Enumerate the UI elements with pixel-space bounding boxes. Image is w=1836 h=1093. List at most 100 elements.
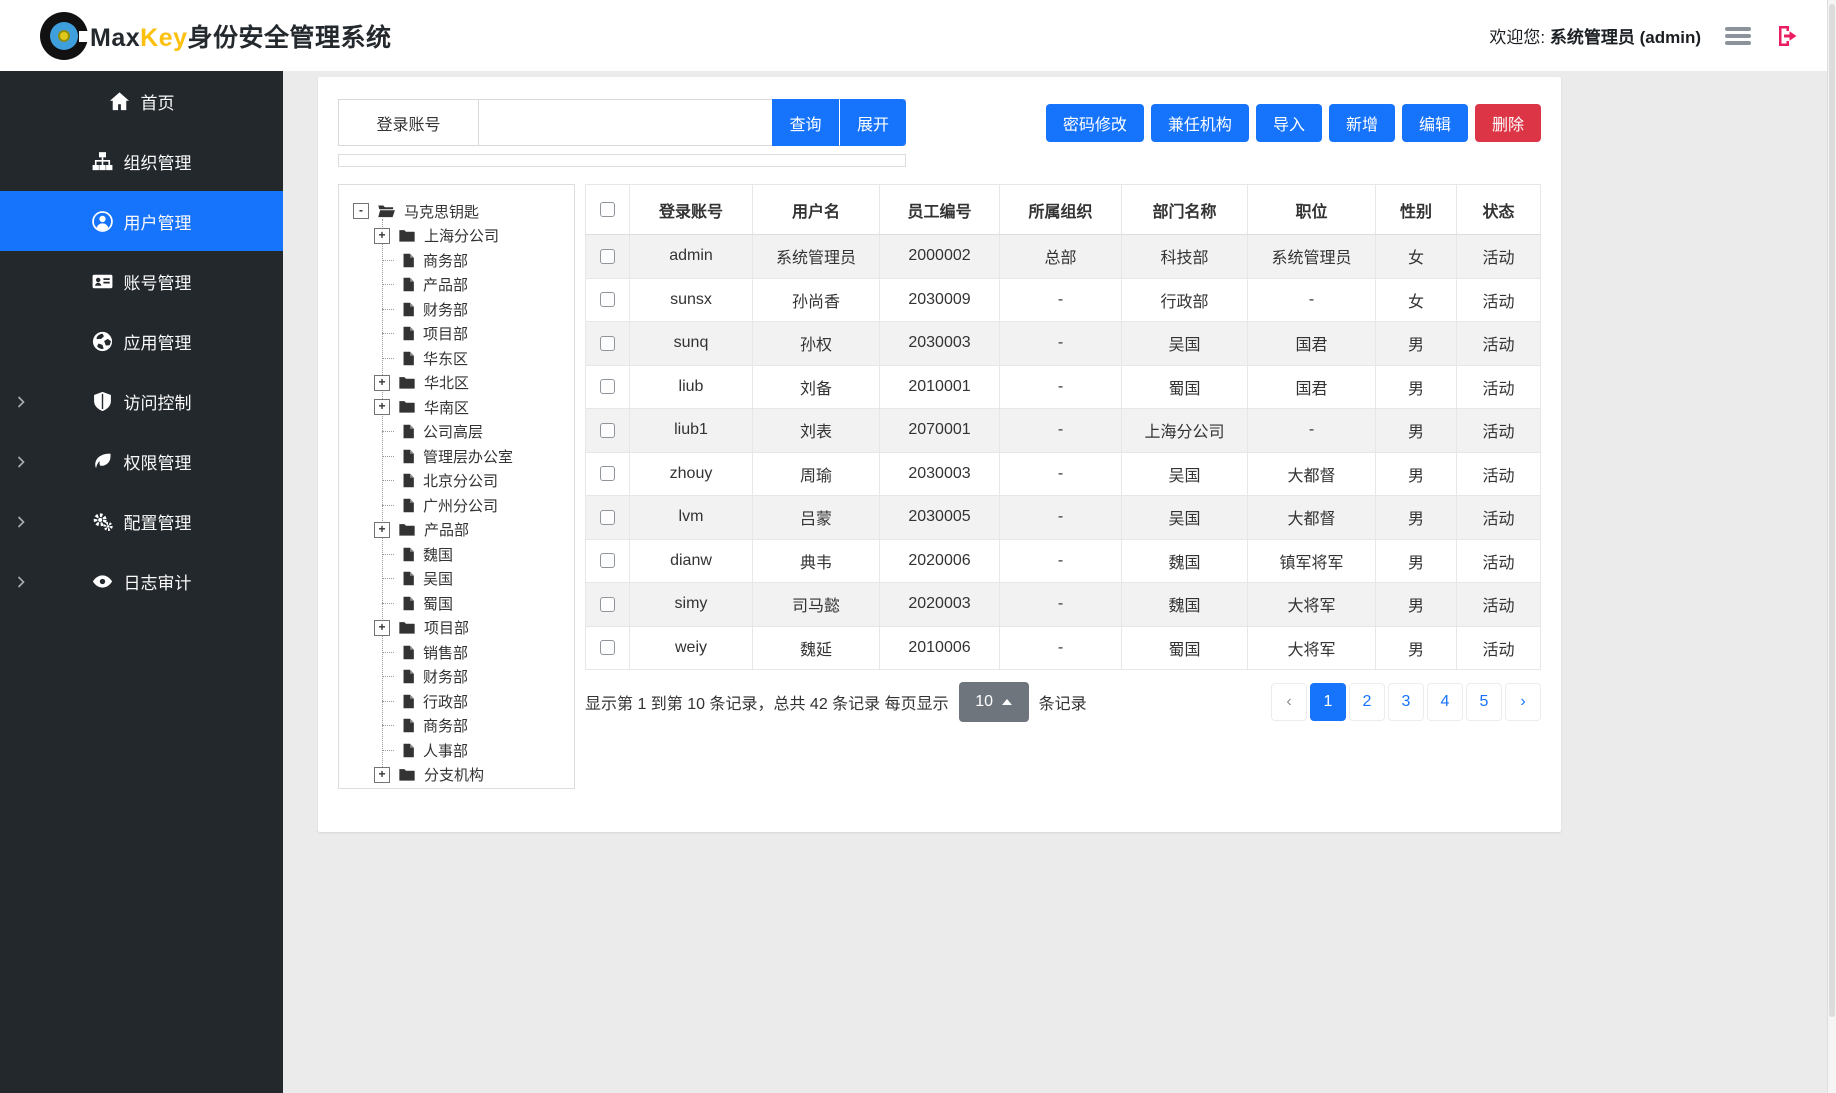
sidebar-item-cogs[interactable]: 配置管理 [0, 491, 283, 551]
sidebar-item-sitemap[interactable]: 组织管理 [0, 131, 283, 191]
row-checkbox[interactable] [600, 423, 615, 438]
tree-node-label[interactable]: 人事部 [423, 740, 468, 761]
tree-node-label[interactable]: 上海分公司 [424, 225, 499, 246]
row-checkbox[interactable] [600, 597, 615, 612]
tree-node-label[interactable]: 销售部 [423, 642, 468, 663]
import-button[interactable]: 导入 [1256, 104, 1322, 142]
page-number-4[interactable]: 4 [1427, 683, 1463, 721]
tree-node-label[interactable]: 广州分公司 [423, 495, 498, 516]
table-row[interactable]: liub1刘表2070001-上海分公司-男活动 [586, 409, 1541, 453]
expand-button[interactable]: 展开 [840, 99, 906, 146]
tree-node-label[interactable]: 项目部 [424, 617, 469, 638]
login-account-input[interactable] [479, 100, 772, 145]
tree-node-label[interactable]: 华北区 [424, 372, 469, 393]
select-all-checkbox[interactable] [600, 202, 615, 217]
adjunct-org-button[interactable]: 兼任机构 [1151, 104, 1249, 142]
row-checkbox[interactable] [600, 466, 615, 481]
tree-node: 销售部 [347, 640, 566, 665]
tree-node-label[interactable]: 华南区 [424, 397, 469, 418]
row-checkbox[interactable] [600, 249, 615, 264]
cell-gender: 男 [1376, 409, 1457, 453]
tree-expand-icon[interactable]: + [374, 375, 390, 391]
sidebar-item-eye[interactable]: 日志审计 [0, 551, 283, 611]
tree-collapse-icon[interactable]: - [353, 203, 369, 219]
maxkey-logo-icon [40, 12, 88, 60]
cell-org: - [1000, 539, 1122, 583]
cell-username: 司马懿 [753, 583, 880, 627]
row-checkbox[interactable] [600, 640, 615, 655]
sidebar-item-user[interactable]: 用户管理 [0, 191, 283, 251]
page-prev-button[interactable]: ‹ [1271, 683, 1307, 721]
tree-expand-icon[interactable]: + [374, 399, 390, 415]
row-checkbox[interactable] [600, 510, 615, 525]
query-button[interactable]: 查询 [772, 99, 839, 146]
tree-expand-icon[interactable]: + [374, 228, 390, 244]
table-row[interactable]: admin系统管理员2000002总部科技部系统管理员女活动 [586, 235, 1541, 279]
column-header-position: 职位 [1248, 185, 1376, 235]
table-row[interactable]: dianw典韦2020006-魏国镇军将军男活动 [586, 539, 1541, 583]
tree-node-label[interactable]: 吴国 [423, 568, 453, 589]
tree-expand-icon[interactable]: + [374, 767, 390, 783]
add-button[interactable]: 新增 [1329, 104, 1395, 142]
cell-position: 大将军 [1248, 583, 1376, 627]
tree-node-label[interactable]: 产品部 [423, 274, 468, 295]
page-number-3[interactable]: 3 [1388, 683, 1424, 721]
file-icon [402, 547, 415, 562]
sidebar-item-id-card[interactable]: 账号管理 [0, 251, 283, 311]
delete-button[interactable]: 删除 [1475, 104, 1541, 142]
page-number-2[interactable]: 2 [1349, 683, 1385, 721]
tree-node-label[interactable]: 管理层办公室 [423, 446, 513, 467]
table-row[interactable]: zhouy周瑜2030003-吴国大都督男活动 [586, 452, 1541, 496]
tree-expand-icon[interactable]: + [374, 620, 390, 636]
cell-dept: 魏国 [1122, 583, 1248, 627]
row-checkbox[interactable] [600, 336, 615, 351]
brand-max: Max [90, 24, 140, 52]
scrollbar[interactable] [1827, 0, 1836, 1093]
cell-gender: 男 [1376, 322, 1457, 366]
tree-node-label[interactable]: 行政部 [423, 691, 468, 712]
tree-node-label[interactable]: 分支机构 [424, 764, 484, 785]
sidebar-item-home[interactable]: 首页 [0, 71, 283, 131]
table-row[interactable]: sunq孙权2030003-吴国国君男活动 [586, 322, 1541, 366]
password-modify-button[interactable]: 密码修改 [1046, 104, 1144, 142]
file-icon [402, 253, 415, 268]
tree-node-label[interactable]: 公司高层 [423, 421, 483, 442]
tree-node-label[interactable]: 北京分公司 [423, 470, 498, 491]
tree-node-label[interactable]: 产品部 [424, 519, 469, 540]
cell-login: dianw [630, 539, 753, 583]
cell-login: simy [630, 583, 753, 627]
tree-node-label[interactable]: 财务部 [423, 299, 468, 320]
tree-node: 财务部 [347, 665, 566, 690]
tree-node-label[interactable]: 商务部 [423, 250, 468, 271]
edit-button[interactable]: 编辑 [1402, 104, 1468, 142]
tree-node-label[interactable]: 马克思钥匙 [404, 201, 479, 222]
sidebar-item-leaf[interactable]: 权限管理 [0, 431, 283, 491]
menu-toggle-icon[interactable] [1725, 27, 1751, 45]
tree-node-label[interactable]: 商务部 [423, 715, 468, 736]
page-size-select[interactable]: 10 [959, 682, 1029, 722]
row-checkbox[interactable] [600, 379, 615, 394]
page-number-5[interactable]: 5 [1466, 683, 1502, 721]
tree-node-label[interactable]: 华东区 [423, 348, 468, 369]
table-row[interactable]: lvm吕蒙2030005-吴国大都督男活动 [586, 496, 1541, 540]
folder-icon [398, 523, 416, 537]
logout-icon[interactable] [1775, 24, 1799, 48]
tree-expand-icon[interactable]: + [374, 522, 390, 538]
tree-node-label[interactable]: 魏国 [423, 544, 453, 565]
table-row[interactable]: weiy魏延2010006-蜀国大将军男活动 [586, 626, 1541, 670]
row-checkbox[interactable] [600, 553, 615, 568]
sidebar-item-shield[interactable]: 访问控制 [0, 371, 283, 431]
table-row[interactable]: simy司马懿2020003-魏国大将军男活动 [586, 583, 1541, 627]
tree-node-label[interactable]: 蜀国 [423, 593, 453, 614]
table-row[interactable]: liub刘备2010001-蜀国国君男活动 [586, 365, 1541, 409]
tree-node-label[interactable]: 项目部 [423, 323, 468, 344]
column-header-emp_no: 员工编号 [880, 185, 1000, 235]
tree-node-label[interactable]: 财务部 [423, 666, 468, 687]
row-checkbox[interactable] [600, 292, 615, 307]
sidebar-item-label: 组织管理 [124, 149, 192, 174]
page-next-button[interactable]: › [1505, 683, 1541, 721]
table-row[interactable]: sunsx孙尚香2030009-行政部-女活动 [586, 278, 1541, 322]
sidebar-item-globe[interactable]: 应用管理 [0, 311, 283, 371]
page-number-1[interactable]: 1 [1310, 683, 1346, 721]
file-icon [402, 718, 415, 733]
